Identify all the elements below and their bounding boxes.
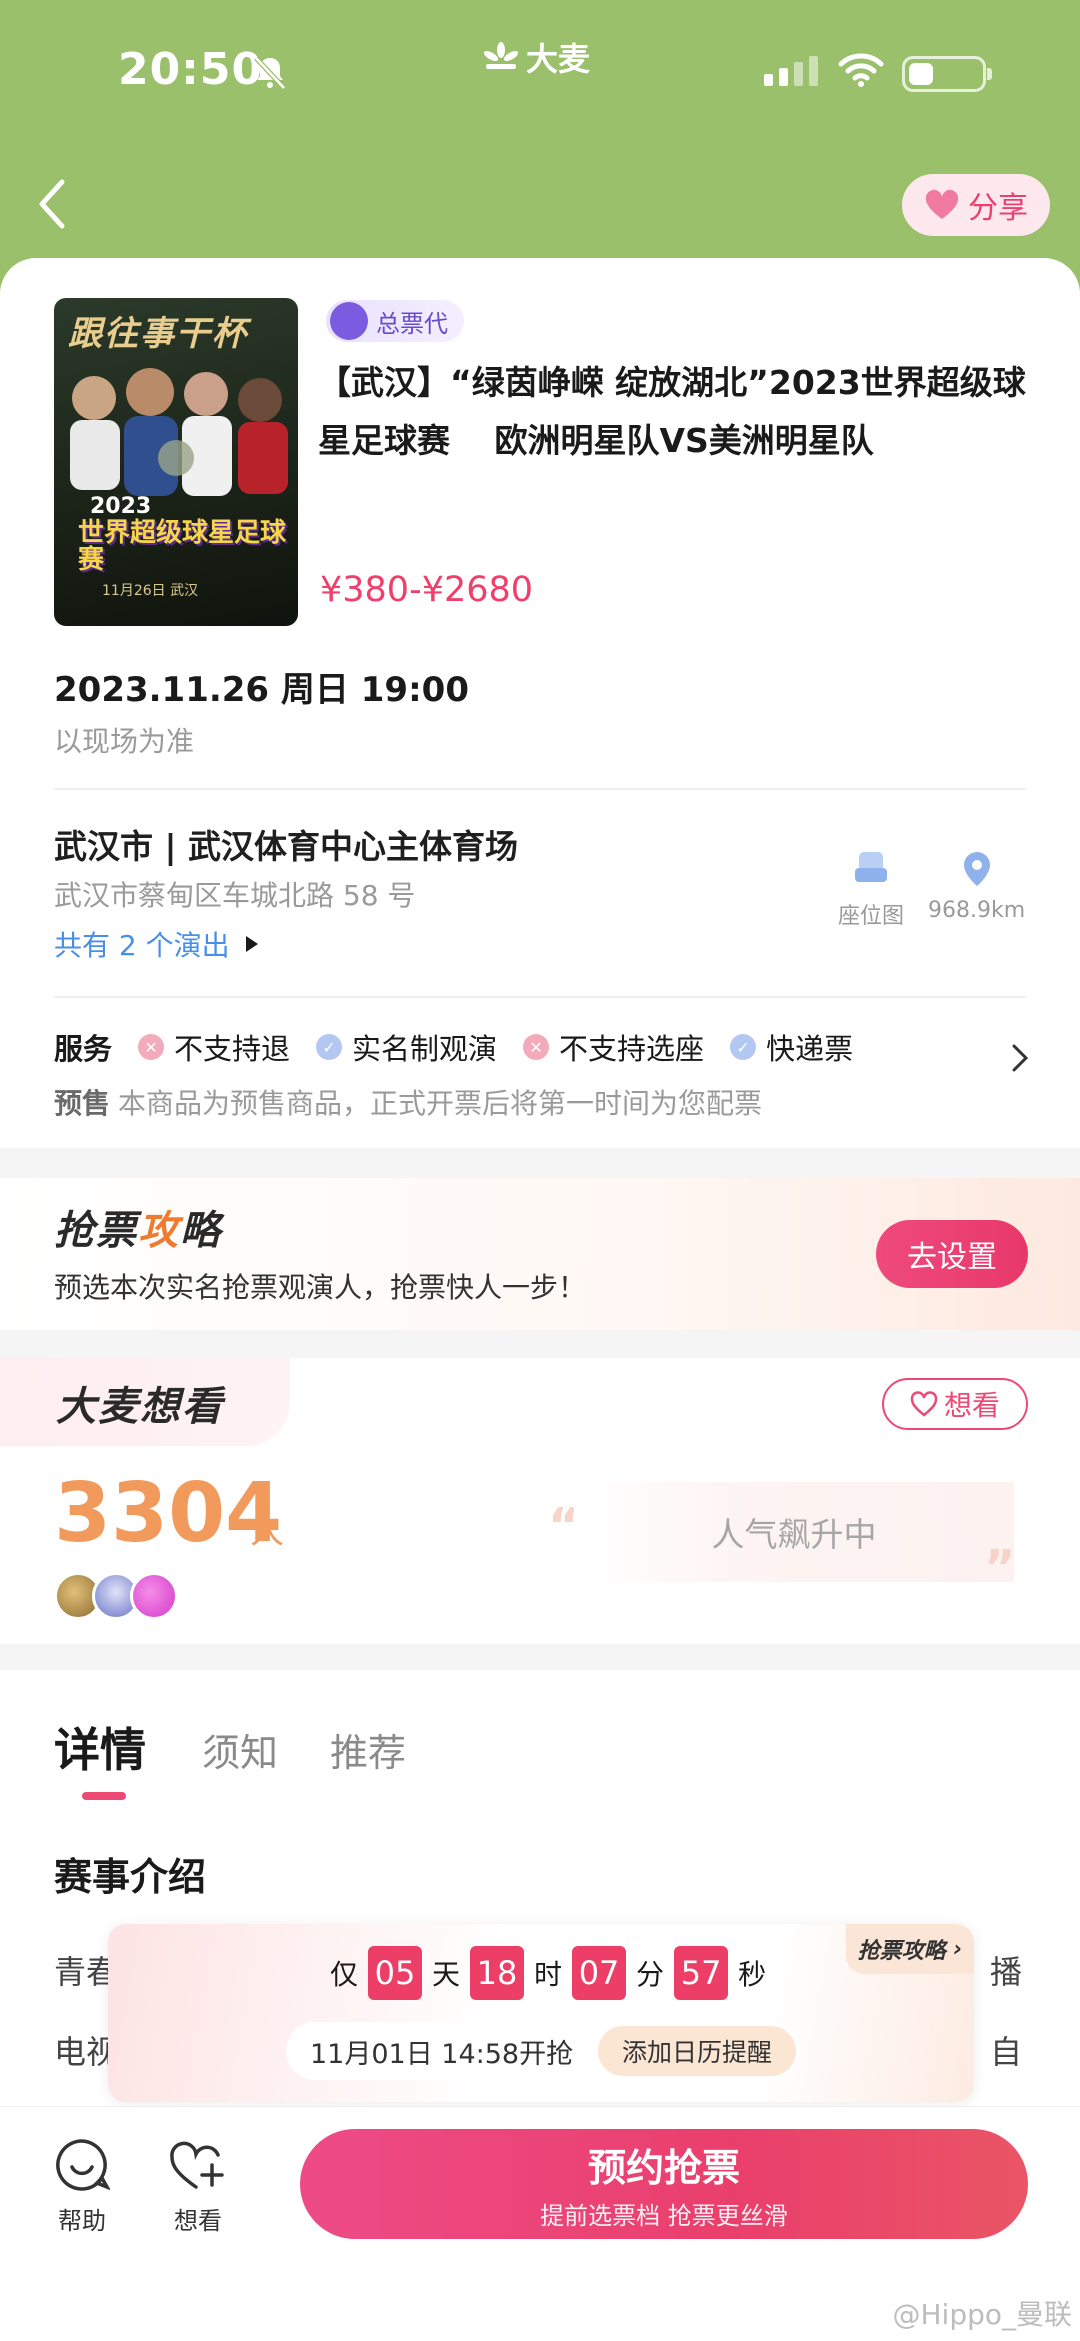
poster-year: 2023 xyxy=(90,494,152,519)
seat-icon xyxy=(855,852,887,882)
tab-details[interactable]: 详情 xyxy=(54,1714,146,1780)
service-item: ✕ 不支持选座 xyxy=(523,1026,704,1068)
want-button-label: 想看 xyxy=(943,1389,1000,1422)
help-label: 帮助 xyxy=(58,2207,106,2235)
datetime-note: 以现场为准 xyxy=(54,725,195,758)
wifi-icon xyxy=(838,53,884,87)
poster-title: 世界超级球星足球赛 xyxy=(78,518,287,576)
poster-top-text: 跟往事干杯 xyxy=(68,314,248,354)
popularity-text: 人气飙升中 xyxy=(574,1482,1014,1582)
countdown-timer: 仅 05 天 18 时 07 分 57 秒 xyxy=(330,1946,766,2000)
heart-icon xyxy=(925,189,959,219)
battery-icon xyxy=(902,56,992,92)
want-bottom-label: 想看 xyxy=(174,2207,222,2235)
check-icon: ✓ xyxy=(316,1034,343,1060)
heart-plus-icon xyxy=(170,2141,224,2189)
heart-outline-icon xyxy=(910,1391,938,1417)
brand-logo: 大麦 xyxy=(482,34,590,80)
venue-address: 武汉市蔡甸区车城北路 58 号 xyxy=(54,879,416,912)
service-label: 服务 xyxy=(54,1032,113,1066)
price-range: ¥380-¥2680 xyxy=(320,570,534,610)
presale-note: 预售 本商品为预售商品，正式开票后将第一时间为您配票 xyxy=(54,1082,762,1122)
service-item: ✕ 不支持退 xyxy=(138,1026,290,1068)
presale-label: 预售 xyxy=(54,1087,111,1120)
sale-open-time: 11月01日 14:58开抢 xyxy=(310,2038,574,2070)
event-poster[interactable]: 跟往事干杯 2023 世界超级球星足球赛 11月26日 武汉 xyxy=(54,298,298,626)
players-illustration xyxy=(70,368,288,496)
tab-recommend[interactable]: 推荐 xyxy=(330,1722,406,1777)
agent-icon xyxy=(330,302,368,340)
ticket-agent-badge: 总票代 xyxy=(326,300,464,342)
share-button[interactable]: 分享 xyxy=(902,174,1050,236)
cross-icon: ✕ xyxy=(138,1034,165,1060)
tab-notice[interactable]: 须知 xyxy=(202,1722,278,1777)
mute-bell-icon xyxy=(254,56,286,90)
help-smile-icon xyxy=(56,2139,110,2191)
damai-logo-icon xyxy=(483,42,519,69)
countdown-card: 抢票攻略 › 仅 05 天 18 时 07 分 57 秒 11月01日 14:5… xyxy=(108,1924,974,2102)
strategy-title: 抢票攻略 xyxy=(54,1208,222,1254)
reserve-sub-label: 提前选票档 抢票更丝滑 xyxy=(540,2202,788,2230)
event-title: 【武汉】“绿茵峥嵘 绽放湖北”2023世界超级球星足球赛 欧洲明星队VS美洲明星… xyxy=(318,363,1026,460)
check-icon: ✓ xyxy=(730,1034,757,1060)
divider xyxy=(54,788,1026,790)
service-item: ✓ 实名制观演 xyxy=(316,1026,497,1068)
divider xyxy=(54,996,1026,998)
event-datetime: 2023.11.26 周日 19:00 xyxy=(54,670,469,710)
distance-label: 968.9km xyxy=(928,898,1026,923)
map-location-button[interactable]: 968.9km xyxy=(928,850,1025,923)
share-label: 分享 xyxy=(968,191,1028,226)
event-info-card: 跟往事干杯 2023 世界超级球星足球赛 11月26日 武汉 总票代 【武汉】“… xyxy=(0,258,1080,1148)
seat-map-label: 座位图 xyxy=(838,904,905,929)
sale-time-pill: 11月01日 14:58开抢 添加日历提醒 xyxy=(286,2022,800,2080)
brand-name: 大麦 xyxy=(526,40,591,78)
want-count: 3304 xyxy=(54,1466,283,1561)
ticket-strategy-banner: 抢票攻略 预选本次实名抢票观演人，抢票快人一步！ 去设置 xyxy=(0,1178,1080,1330)
want-to-see-section: 大麦想看 想看 3304 人 “ 人气飙升中 xyxy=(0,1358,1080,1644)
venue-name[interactable]: 武汉市 | 武汉体育中心主体育场 xyxy=(54,820,518,868)
countdown-minutes: 07 xyxy=(572,1946,627,2000)
bottom-action-bar: 帮助 想看 预约抢票 提前选票档 抢票更丝滑 @Hippo_曼联 xyxy=(0,2106,1080,2341)
avatar-group xyxy=(54,1572,178,1620)
reserve-ticket-button[interactable]: 预约抢票 提前选票档 抢票更丝滑 xyxy=(300,2129,1028,2239)
cross-icon: ✕ xyxy=(523,1034,550,1060)
shows-link[interactable]: 共有 2 个演出 xyxy=(54,924,258,964)
presale-text: 本商品为预售商品，正式开票后将第一时间为您配票 xyxy=(118,1087,763,1120)
signal-icon xyxy=(764,56,818,86)
back-icon[interactable] xyxy=(34,176,70,232)
shows-link-label: 共有 2 个演出 xyxy=(54,929,230,962)
play-arrow-icon xyxy=(245,936,258,952)
service-item: ✓ 快递票 xyxy=(730,1026,853,1068)
countdown-seconds: 57 xyxy=(674,1946,729,2000)
status-time: 20:50 xyxy=(118,44,264,95)
location-pin-icon xyxy=(963,852,990,886)
poster-date: 11月26日 武汉 xyxy=(102,583,199,599)
service-row[interactable]: 服务 ✕ 不支持退 ✓ 实名制观演 ✕ 不支持选座 ✓ 快递票 xyxy=(54,1026,879,1068)
header-bar: 20:50 大麦 分享 xyxy=(0,0,1080,300)
setup-button[interactable]: 去设置 xyxy=(876,1220,1028,1288)
want-bottom-button[interactable]: 想看 xyxy=(168,2137,228,2236)
quote-close-icon: ” xyxy=(984,1540,1016,1596)
tab-indicator xyxy=(82,1792,126,1800)
want-count-unit: 人 xyxy=(250,1512,284,1552)
calendar-reminder-button[interactable]: 添加日历提醒 xyxy=(597,2026,796,2076)
help-button[interactable]: 帮助 xyxy=(54,2137,110,2236)
avatar xyxy=(130,1572,178,1620)
countdown-days: 05 xyxy=(368,1946,423,2000)
seat-map-button[interactable]: 座位图 xyxy=(838,850,904,930)
strategy-tag[interactable]: 抢票攻略 › xyxy=(846,1924,974,1974)
reserve-main-label: 预约抢票 xyxy=(587,2146,740,2190)
strategy-description: 预选本次实名抢票观演人，抢票快人一步！ xyxy=(54,1271,587,1304)
section-title: 赛事介绍 xyxy=(54,1855,207,1899)
want-to-see-button[interactable]: 想看 xyxy=(882,1378,1028,1430)
chevron-right-icon[interactable] xyxy=(1010,1042,1030,1074)
watermark: @Hippo_曼联 xyxy=(892,2298,1072,2331)
badge-label: 总票代 xyxy=(376,309,448,338)
want-title: 大麦想看 xyxy=(56,1384,224,1430)
countdown-hours: 18 xyxy=(470,1946,525,2000)
